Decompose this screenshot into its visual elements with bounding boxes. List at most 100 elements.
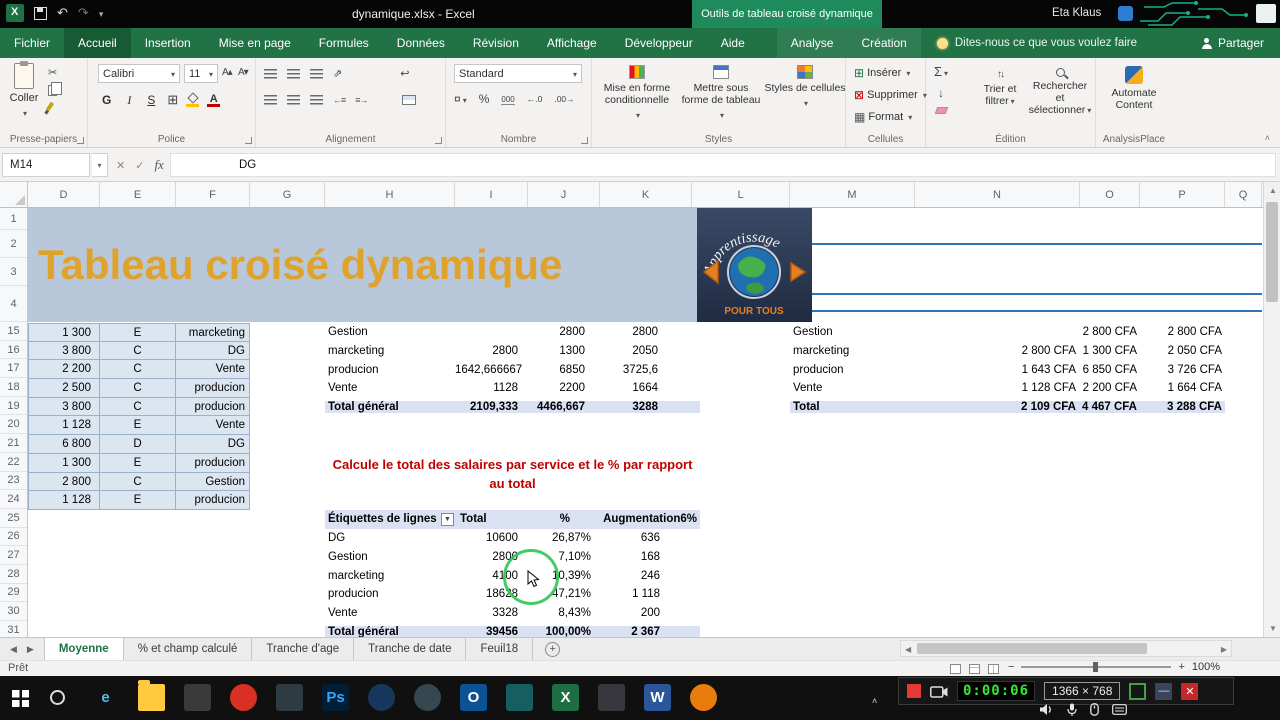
column-header[interactable]: G <box>250 182 325 207</box>
ribbon-tab[interactable]: Révision <box>459 28 533 58</box>
cell[interactable]: DG <box>176 341 250 361</box>
format-cells-button[interactable]: Format <box>852 108 914 126</box>
cell[interactable]: 2050 <box>600 345 700 357</box>
number-format-select[interactable]: Standard <box>454 64 582 83</box>
cell[interactable]: 2 367 <box>600 625 700 637</box>
recorder-close-button[interactable]: ✕ <box>1181 682 1199 700</box>
row-header[interactable]: 24 <box>0 490 27 509</box>
borders-icon[interactable] <box>167 92 178 108</box>
clear-icon[interactable] <box>934 107 948 114</box>
percent-style-icon[interactable] <box>479 92 490 106</box>
sort-filter-button[interactable]: Trier et filtrer <box>972 68 1028 108</box>
cell[interactable]: Gestion <box>176 472 250 492</box>
font-size-select[interactable]: 11 <box>184 64 218 83</box>
search-button[interactable] <box>50 690 65 705</box>
cell[interactable]: 2 109 CFA <box>915 401 1080 414</box>
percent-header[interactable]: % <box>528 513 600 525</box>
column-header[interactable]: M <box>790 182 915 207</box>
cell[interactable]: 200 <box>600 607 700 619</box>
cell[interactable]: 1664 <box>600 382 700 394</box>
insert-function-icon[interactable]: fx <box>154 157 163 173</box>
cell[interactable]: E <box>100 416 176 436</box>
cell[interactable]: marcketing <box>790 345 915 357</box>
wrap-text-icon[interactable] <box>400 67 409 80</box>
align-bottom-icon[interactable] <box>310 68 323 79</box>
record-stop-button[interactable] <box>907 684 921 698</box>
taskbar-app-dark-circle[interactable] <box>414 684 441 711</box>
row-header[interactable]: 16 <box>0 341 27 360</box>
fill-icon[interactable] <box>938 86 944 100</box>
cell[interactable]: producion <box>176 397 250 417</box>
filter-dropdown-icon[interactable]: ▼ <box>441 512 454 526</box>
cell[interactable]: 1 128 <box>28 491 100 510</box>
taskbar-app-excel[interactable]: X <box>552 684 579 711</box>
delete-cells-button[interactable]: Supprimer <box>852 86 929 104</box>
cell[interactable]: C <box>100 397 176 417</box>
taskbar-app-outlook[interactable]: O <box>460 684 487 711</box>
tray-mic-icon[interactable] <box>1067 703 1077 716</box>
name-box[interactable]: M14 <box>2 153 90 177</box>
cell[interactable]: 2 500 <box>28 379 100 398</box>
ribbon-context-tab[interactable]: Création <box>847 28 920 58</box>
taskbar-app-blender[interactable] <box>690 684 717 711</box>
ribbon-tab[interactable]: Formules <box>305 28 383 58</box>
paste-button[interactable]: Coller <box>6 61 42 119</box>
formula-input[interactable]: DG <box>170 153 1276 177</box>
cell[interactable]: producion <box>176 491 250 510</box>
row-header[interactable]: 21 <box>0 434 27 453</box>
cell[interactable]: Vente <box>176 360 250 380</box>
bold-button[interactable]: G <box>98 93 115 107</box>
cell[interactable]: Gestion <box>325 326 455 338</box>
row-header[interactable]: 23 <box>0 472 27 491</box>
cell[interactable]: 2 800 CFA <box>1080 326 1140 338</box>
hidden-icons-chevron[interactable]: ˄ <box>872 696 877 706</box>
add-sheet-button[interactable]: + <box>545 641 561 657</box>
cut-icon[interactable] <box>48 66 57 79</box>
taskbar-app-dark-1[interactable] <box>184 684 211 711</box>
cell[interactable]: Total général <box>325 401 455 414</box>
enter-icon[interactable]: ✓ <box>135 159 144 172</box>
tray-keyboard-icon[interactable] <box>1112 704 1127 715</box>
dialog-launcher-icon[interactable] <box>581 137 588 144</box>
cancel-icon[interactable]: ✕ <box>116 159 125 172</box>
row-header[interactable]: 22 <box>0 453 27 472</box>
taskbar-app-dark-3[interactable] <box>598 684 625 711</box>
row-header[interactable]: 25 <box>0 509 27 528</box>
cell-styles-button[interactable]: Styles de cellules <box>764 65 846 122</box>
cell[interactable]: 3288 <box>600 401 700 414</box>
sheet-nav-right-icon[interactable]: ▶ <box>27 644 34 655</box>
cell[interactable]: C <box>100 341 176 361</box>
total-header[interactable]: Total <box>455 513 528 525</box>
row-header[interactable]: 26 <box>0 528 27 547</box>
decrease-decimal-icon[interactable] <box>554 93 574 105</box>
sheet-tab[interactable]: Moyenne <box>43 638 124 660</box>
row-header[interactable]: 28 <box>0 565 27 584</box>
cell[interactable]: 2800 <box>600 326 700 338</box>
shrink-font-icon[interactable] <box>238 66 248 78</box>
cell[interactable]: 39456 <box>455 625 528 637</box>
cell[interactable]: 1 664 CFA <box>1140 382 1225 394</box>
cell[interactable]: E <box>100 323 176 342</box>
row-header[interactable]: 29 <box>0 584 27 603</box>
vertical-scroll-thumb[interactable] <box>1266 202 1278 302</box>
sheet-tab[interactable]: % et champ calculé <box>124 638 253 660</box>
cell[interactable]: 2 050 CFA <box>1140 345 1225 357</box>
align-center-icon[interactable] <box>287 95 300 105</box>
cell[interactable]: 3328 <box>455 607 528 619</box>
cell[interactable]: Vente <box>325 607 455 619</box>
tell-me-box[interactable]: Dites-nous ce que vous voulez faire <box>936 28 1137 58</box>
cell[interactable]: 6 800 <box>28 435 100 454</box>
collapse-ribbon-icon[interactable]: ˄ <box>1265 133 1270 143</box>
cell[interactable]: 2200 <box>528 382 600 394</box>
cell[interactable]: 2 800 <box>28 472 100 492</box>
conditional-formatting-button[interactable]: Mise en forme conditionnelle <box>596 65 678 122</box>
recorder-settings-button[interactable] <box>1129 682 1147 700</box>
cell[interactable]: 100,00% <box>528 625 600 637</box>
orientation-icon[interactable] <box>333 67 342 80</box>
scroll-up-icon[interactable]: ▲ <box>1269 186 1277 195</box>
sheet-area[interactable]: Tableau croisé dynamique Apprentissage P… <box>28 208 1263 637</box>
merge-center-icon[interactable] <box>401 95 416 105</box>
cell[interactable]: C <box>100 379 176 398</box>
cell[interactable]: 636 <box>600 532 700 544</box>
dialog-launcher-icon[interactable] <box>435 137 442 144</box>
